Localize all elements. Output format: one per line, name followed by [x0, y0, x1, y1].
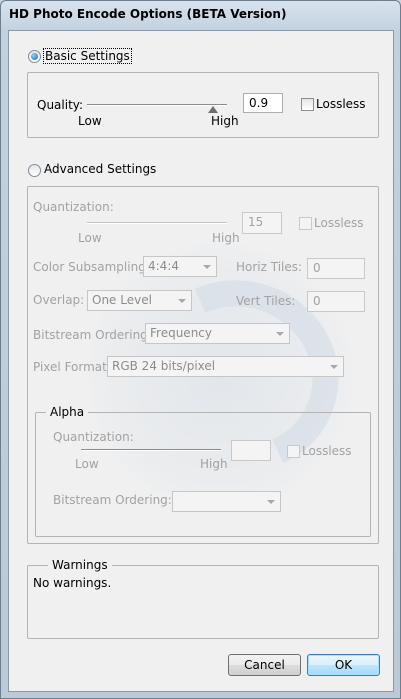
- quality-value-field[interactable]: 0.9: [243, 93, 283, 113]
- warnings-group-title: Warnings: [48, 558, 112, 572]
- alpha-quantization-value-field[interactable]: [231, 440, 271, 461]
- adv-quantization-value-field[interactable]: 15: [242, 212, 282, 234]
- radio-selected-dot: [31, 53, 38, 60]
- advanced-settings-radio[interactable]: [28, 164, 41, 177]
- title-bar[interactable]: HD Photo Encode Options (BETA Version): [1, 1, 400, 29]
- quality-slider-track[interactable]: [87, 104, 227, 106]
- advanced-settings-label[interactable]: Advanced Settings: [44, 162, 156, 176]
- quality-low-label: Low: [78, 114, 102, 128]
- chevron-down-icon: [330, 365, 338, 369]
- adv-quantization-low: Low: [78, 231, 102, 245]
- color-subsampling-value: 4:4:4: [148, 259, 179, 273]
- quality-slider-thumb[interactable]: [208, 106, 218, 113]
- basic-lossless-label: Lossless: [316, 97, 366, 111]
- quality-high-label: High: [211, 114, 239, 128]
- bitstream-ordering-value: Frequency: [150, 326, 212, 340]
- warnings-text: No warnings.: [33, 576, 112, 590]
- dialog-client-area: Basic Settings Quality: Low High 0.9 Los…: [8, 30, 394, 692]
- cancel-button[interactable]: Cancel: [228, 654, 301, 676]
- alpha-lossless-label: Lossless: [302, 444, 352, 458]
- overlap-label: Overlap:: [33, 293, 85, 307]
- alpha-quantization-label: Quantization:: [53, 430, 134, 444]
- chevron-down-icon: [178, 299, 186, 303]
- chevron-down-icon: [203, 265, 211, 269]
- alpha-lossless-checkbox[interactable]: [287, 445, 300, 458]
- overlap-value: One Level: [92, 293, 152, 307]
- quality-label: Quality:: [37, 98, 84, 112]
- adv-quantization-high: High: [212, 231, 240, 245]
- chevron-down-icon: [276, 332, 284, 336]
- bitstream-ordering-dropdown[interactable]: Frequency: [145, 323, 290, 344]
- alpha-quantization-low: Low: [75, 457, 99, 471]
- horiz-tiles-field[interactable]: 0: [307, 258, 365, 279]
- bitstream-ordering-label: Bitstream Ordering:: [33, 328, 152, 342]
- dialog-window: HD Photo Encode Options (BETA Version) B…: [0, 0, 401, 699]
- basic-settings-radio[interactable]: [28, 50, 41, 63]
- alpha-bitstream-ordering-label: Bitstream Ordering:: [53, 493, 172, 507]
- vert-tiles-label: Vert Tiles:: [236, 294, 296, 308]
- color-subsampling-label: Color Subsampling:: [33, 260, 150, 274]
- adv-lossless-checkbox[interactable]: [299, 217, 312, 230]
- adv-quantization-label: Quantization:: [33, 200, 114, 214]
- pixel-format-label: Pixel Format:: [33, 360, 111, 374]
- horiz-tiles-label: Horiz Tiles:: [236, 260, 303, 274]
- basic-settings-label[interactable]: Basic Settings: [43, 48, 132, 64]
- vert-tiles-field[interactable]: 0: [307, 291, 365, 312]
- adv-lossless-label: Lossless: [314, 216, 364, 230]
- pixel-format-dropdown[interactable]: RGB 24 bits/pixel: [107, 356, 344, 377]
- color-subsampling-dropdown[interactable]: 4:4:4: [143, 256, 217, 277]
- ok-button[interactable]: OK: [307, 654, 380, 676]
- pixel-format-value: RGB 24 bits/pixel: [112, 359, 216, 373]
- adv-quantization-slider[interactable]: [87, 222, 227, 224]
- chevron-down-icon: [267, 500, 275, 504]
- alpha-group-title: Alpha: [46, 405, 89, 419]
- alpha-quantization-slider[interactable]: [81, 449, 221, 451]
- window-title: HD Photo Encode Options (BETA Version): [9, 7, 287, 21]
- alpha-bitstream-ordering-dropdown[interactable]: [172, 491, 281, 512]
- alpha-quantization-high: High: [200, 457, 228, 471]
- overlap-dropdown[interactable]: One Level: [87, 290, 192, 311]
- basic-lossless-checkbox[interactable]: [301, 98, 314, 111]
